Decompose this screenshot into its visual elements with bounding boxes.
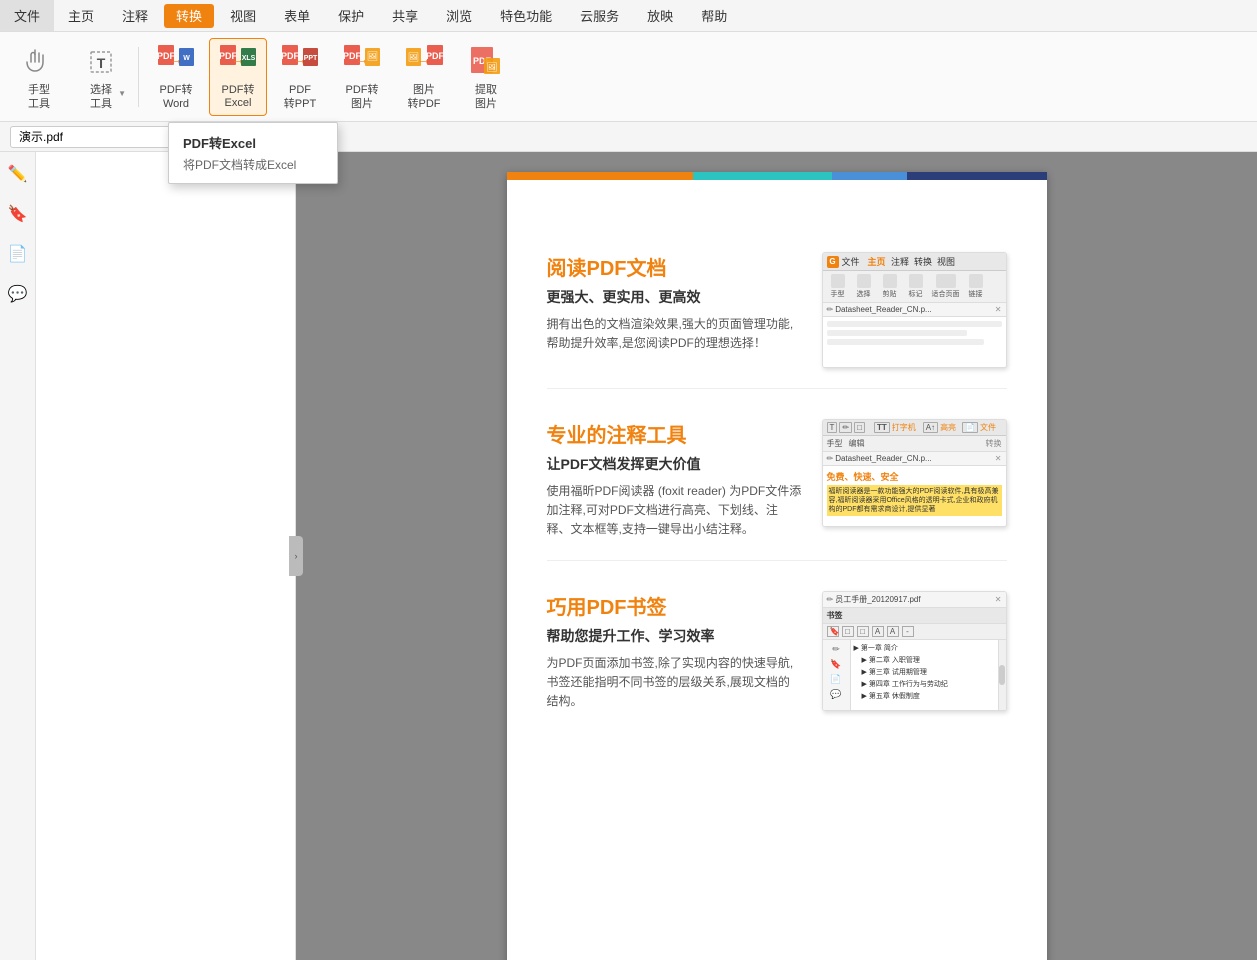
image-to-pdf-button[interactable]: 🖼 → PDF 图片转PDF [395, 38, 453, 116]
hand-tool-button[interactable]: 手型工具 [10, 38, 68, 116]
svg-text:🖼: 🖼 [367, 51, 378, 61]
pdf-section-annotate-subtitle: 让PDF文档发挥更大价值 [547, 454, 802, 474]
color-bar-blue [832, 172, 906, 180]
pdf-page: 阅读PDF文档 更强大、更实用、更高效 拥有出色的文档渲染效果,强大的页面管理功… [507, 172, 1047, 960]
pdf-to-image-label: PDF转图片 [346, 84, 379, 110]
pdf-section-read: 阅读PDF文档 更强大、更实用、更高效 拥有出色的文档渲染效果,强大的页面管理功… [547, 222, 1007, 389]
pdf-to-word-button[interactable]: PDF → W PDF转Word [147, 38, 205, 116]
dropdown-description: 将PDF文档转成Excel [183, 156, 323, 173]
pdf-section-bookmark-title: 巧用PDF书签 [547, 591, 802, 620]
pdf-excel-icon: PDF → XLS [218, 43, 258, 83]
pdf-scroll-area[interactable]: 阅读PDF文档 更强大、更实用、更高效 拥有出色的文档渲染效果,强大的页面管理功… [296, 152, 1257, 960]
menu-features[interactable]: 特色功能 [486, 0, 566, 31]
svg-text:🖼: 🖼 [486, 62, 497, 72]
menu-form[interactable]: 表单 [270, 0, 324, 31]
pdf-section-bookmark-subtitle: 帮助您提升工作、学习效率 [547, 626, 802, 646]
select-tool-button[interactable]: T 选择工具 ▼ [72, 38, 130, 116]
pdf-to-image-button[interactable]: PDF → 🖼 PDF转图片 [333, 38, 391, 116]
svg-text:XLS: XLS [242, 55, 256, 62]
pdf-thumb-annotate: T ✏ □ TT 打字机 A↑ 高亮 📄 [822, 419, 1007, 527]
hand-tool-label: 手型工具 [28, 84, 50, 110]
svg-text:W: W [183, 55, 190, 62]
hand-icon [19, 42, 59, 82]
pdf-section-annotate-text: 使用福昕PDF阅读器 (foxit reader) 为PDF文件添加注释,可对P… [547, 482, 802, 540]
menu-view[interactable]: 视图 [216, 0, 270, 31]
pdf-section-read-title: 阅读PDF文档 [547, 252, 802, 281]
menu-convert[interactable]: 转换 [164, 4, 214, 28]
pdf-to-ppt-label: PDF转PPT [284, 84, 316, 110]
menu-file[interactable]: 文件 [0, 0, 54, 31]
pdf-section-read-text: 拥有出色的文档渲染效果,强大的页面管理功能, 帮助提升效率,是您阅读PDF的理想… [547, 315, 802, 353]
pdf-to-excel-dropdown: PDF转Excel 将PDF文档转成Excel [168, 122, 338, 184]
toolbar-separator-1 [138, 47, 139, 107]
menu-protect[interactable]: 保护 [324, 0, 378, 31]
pdf-section-bookmark-text: 为PDF页面添加书签,除了实现内容的快速导航,书签还能指明不同书签的层级关系,展… [547, 654, 802, 712]
pencil-tool-icon[interactable]: ✏️ [4, 160, 32, 188]
image-pdf-icon: 🖼 → PDF [404, 42, 444, 82]
color-bar-orange [507, 172, 693, 180]
pdf-color-bar [507, 172, 1047, 180]
pdf-word-icon: PDF → W [156, 42, 196, 82]
pdf-viewer: 阅读PDF文档 更强大、更实用、更高效 拥有出色的文档渲染效果,强大的页面管理功… [296, 152, 1257, 960]
color-bar-darkblue [907, 172, 1047, 180]
pdf-section-annotate: 专业的注释工具 让PDF文档发挥更大价值 使用福昕PDF阅读器 (foxit r… [547, 389, 1007, 561]
svg-text:T: T [97, 55, 106, 71]
select-icon: T [81, 42, 121, 82]
svg-text:PPT: PPT [304, 55, 318, 62]
select-tool-label: 选择工具 [90, 84, 112, 110]
extract-image-button[interactable]: PDF 🖼 提取图片 [457, 38, 515, 116]
menu-cloud[interactable]: 云服务 [566, 0, 633, 31]
pdf-to-ppt-button[interactable]: PDF → PPT PDF转PPT [271, 38, 329, 116]
collapse-panel-button[interactable]: › [289, 536, 303, 576]
pdf-ppt-icon: PDF → PPT [280, 42, 320, 82]
menu-present[interactable]: 放映 [633, 0, 687, 31]
menu-help[interactable]: 帮助 [687, 0, 741, 31]
main-layout: ✏️ 🔖 📄 💬 › [0, 152, 1257, 960]
select-dropdown-arrow: ▼ [118, 89, 126, 98]
pdf-to-word-label: PDF转Word [160, 84, 193, 110]
pdf-thumb-read: G 文件 主页 注释 转换 视图 手型 [822, 252, 1007, 368]
collapse-arrow-icon: › [295, 551, 298, 561]
menu-bar: 文件 主页 注释 转换 视图 表单 保护 共享 浏览 特色功能 云服务 放映 帮… [0, 0, 1257, 32]
toolbar: 手型工具 T 选择工具 ▼ PDF → W PDF转Word [0, 32, 1257, 122]
pdf-thumb-bookmark: ✏ 员工手册_20120917.pdf ✕ 书签 🔖 □ □ A A [822, 591, 1007, 711]
pdf-image-icon: PDF → 🖼 [342, 42, 382, 82]
pdf-section-bookmark: 巧用PDF书签 帮助您提升工作、学习效率 为PDF页面添加书签,除了实现内容的快… [547, 561, 1007, 732]
menu-share[interactable]: 共享 [378, 0, 432, 31]
pdf-section-read-subtitle: 更强大、更实用、更高效 [547, 287, 802, 307]
extract-icon: PDF 🖼 [466, 42, 506, 82]
menu-home[interactable]: 主页 [54, 0, 108, 31]
image-to-pdf-label: 图片转PDF [408, 84, 441, 110]
dropdown-title: PDF转Excel [183, 133, 323, 152]
pages-panel-icon[interactable]: 📄 [4, 240, 32, 268]
pdf-to-excel-button[interactable]: PDF → XLS PDF转Excel [209, 38, 267, 116]
extract-image-label: 提取图片 [475, 84, 497, 110]
menu-annotate[interactable]: 注释 [108, 0, 162, 31]
pdf-section-annotate-title: 专业的注释工具 [547, 419, 802, 448]
comments-panel-icon[interactable]: 💬 [4, 280, 32, 308]
left-panel: › [36, 152, 296, 960]
color-bar-teal [693, 172, 833, 180]
pdf-to-excel-label: PDF转Excel [222, 84, 255, 110]
left-sidebar: ✏️ 🔖 📄 💬 [0, 152, 36, 960]
menu-browse[interactable]: 浏览 [432, 0, 486, 31]
bookmark-panel-icon[interactable]: 🔖 [4, 200, 32, 228]
svg-text:PDF: PDF [426, 51, 443, 61]
